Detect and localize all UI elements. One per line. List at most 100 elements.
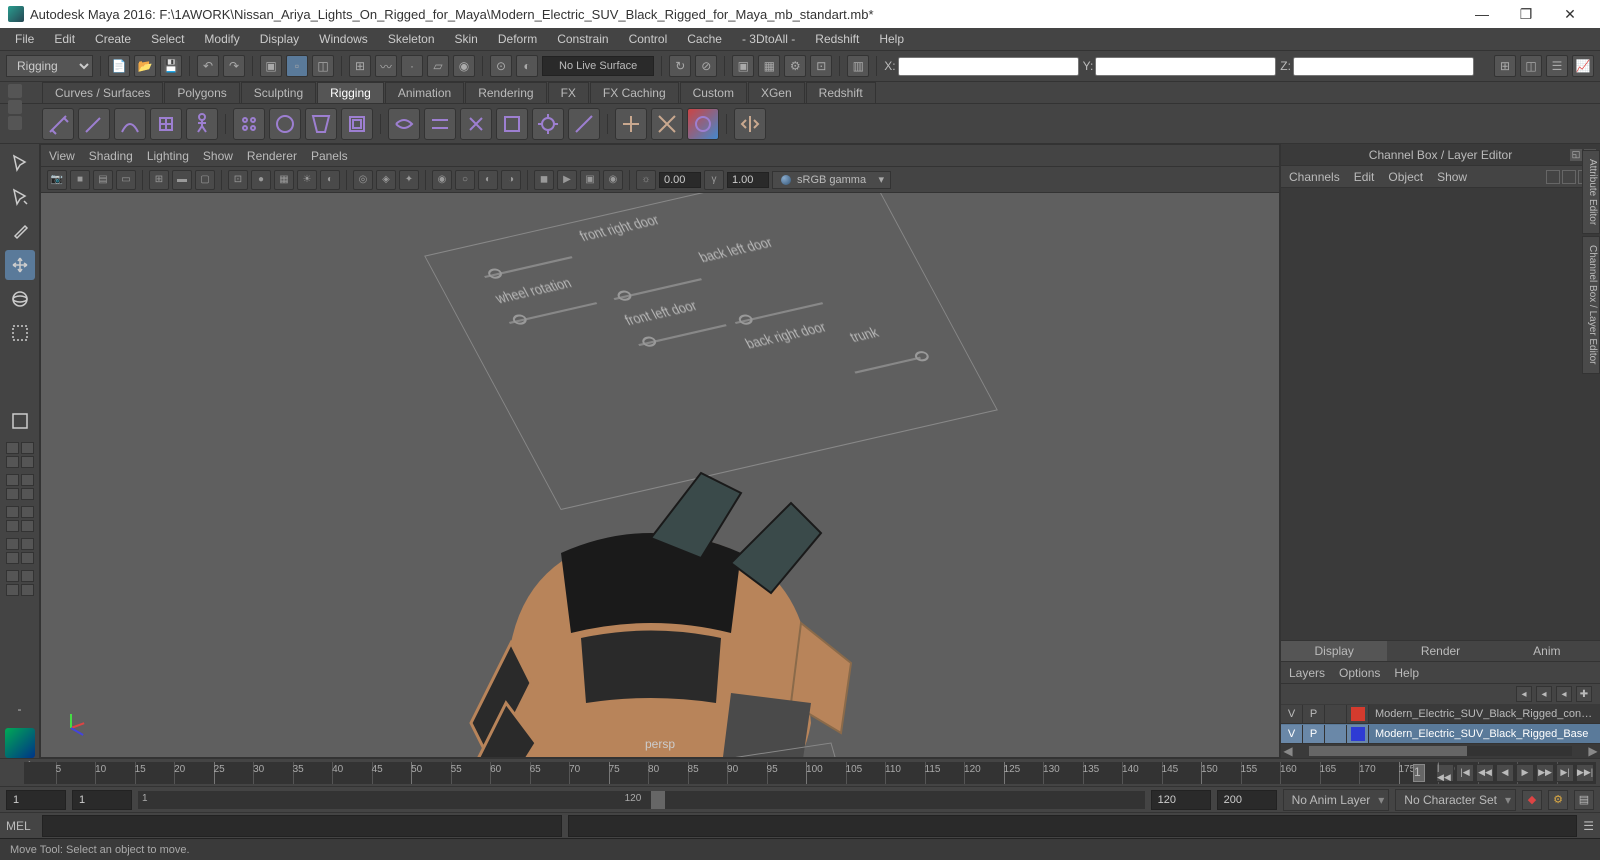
maya-logo-icon[interactable] [5, 728, 35, 758]
snap-curve-icon[interactable]: 〰 [375, 55, 397, 77]
lasso-tool[interactable] [5, 182, 35, 212]
timeline-end-handle[interactable]: 1 [1413, 764, 1425, 782]
layer-icon1[interactable]: ◂ [1516, 686, 1532, 702]
shelf-tab-xgen[interactable]: XGen [748, 82, 805, 103]
vp-exposure-input[interactable] [659, 172, 701, 188]
vp-tex-icon[interactable]: ▦ [274, 170, 294, 190]
bind-icon[interactable] [651, 108, 683, 140]
anim-layer-combo[interactable]: No Anim Layer [1283, 789, 1390, 811]
scale-tool[interactable] [5, 318, 35, 348]
layer-type-toggle[interactable] [1325, 705, 1347, 723]
vp-xjoint-icon[interactable]: ✦ [399, 170, 419, 190]
range-start-input[interactable] [6, 790, 66, 810]
x-input[interactable] [898, 57, 1079, 76]
ipr-icon[interactable]: ▦ [758, 55, 780, 77]
shrink-icon[interactable] [341, 108, 373, 140]
magnet-icon[interactable]: ⊙ [490, 55, 512, 77]
shelf-tab-animation[interactable]: Animation [385, 82, 464, 103]
vp-expo-icon[interactable]: ☼ [636, 170, 656, 190]
cb-icon1[interactable] [1546, 170, 1560, 184]
playback-btn-2[interactable]: ◀◀ [1476, 764, 1494, 782]
vp-light3-icon[interactable]: ◐ [478, 170, 498, 190]
vp-dof-icon[interactable]: ◉ [603, 170, 623, 190]
layer-vis-toggle[interactable]: V [1281, 725, 1303, 743]
constraint4-icon[interactable] [496, 108, 528, 140]
menu-cache[interactable]: Cache [678, 29, 731, 49]
constraint5-icon[interactable] [532, 108, 564, 140]
shelf-tab-redshift[interactable]: Redshift [806, 82, 876, 103]
layer-play-toggle[interactable]: P [1303, 725, 1325, 743]
maximize-button[interactable]: ❐ [1504, 0, 1548, 28]
live-toggle-icon[interactable]: ◐ [516, 55, 538, 77]
menu-create[interactable]: Create [86, 29, 140, 49]
snap-live-icon[interactable]: ◉ [453, 55, 475, 77]
rotate-tool[interactable] [5, 284, 35, 314]
vp-ao-icon[interactable]: ◼ [534, 170, 554, 190]
menu-file[interactable]: File [6, 29, 43, 49]
blend-icon[interactable] [269, 108, 301, 140]
layout-grid4[interactable] [6, 538, 34, 564]
save-icon[interactable]: 💾 [160, 55, 182, 77]
vp-2d-icon[interactable]: ▭ [116, 170, 136, 190]
vp-shade-icon[interactable]: ● [251, 170, 271, 190]
menu-select[interactable]: Select [142, 29, 193, 49]
layout-grid5[interactable] [6, 570, 34, 596]
modeling-toolkit-icon[interactable]: ⊞ [1494, 55, 1516, 77]
workspace-select[interactable]: Rigging [6, 55, 93, 77]
history-off-icon[interactable]: ⊘ [695, 55, 717, 77]
popout-icon[interactable]: ◱ [1570, 149, 1582, 161]
menu-redshift[interactable]: Redshift [806, 29, 868, 49]
panel-layout-icon[interactable]: ▥ [847, 55, 869, 77]
lattice-icon[interactable] [150, 108, 182, 140]
move-tool[interactable] [5, 250, 35, 280]
playback-btn-7[interactable]: ▶▶| [1576, 764, 1594, 782]
menu-constrain[interactable]: Constrain [548, 29, 617, 49]
layer-row[interactable]: VPModern_Electric_SUV_Black_Rigged_Base [1281, 724, 1600, 744]
constraint1-icon[interactable] [388, 108, 420, 140]
playback-btn-6[interactable]: ▶| [1556, 764, 1574, 782]
time-slider[interactable]: 1 51015202530354045505560657075808590951… [0, 758, 1600, 786]
vp-menu-show[interactable]: Show [203, 149, 233, 163]
constraint3-icon[interactable] [460, 108, 492, 140]
constraint2-icon[interactable] [424, 108, 456, 140]
menu-skin[interactable]: Skin [446, 29, 487, 49]
sel-hier-icon[interactable]: ▣ [260, 55, 282, 77]
sel-comp-icon[interactable]: ◫ [312, 55, 334, 77]
vp-shadow-icon[interactable]: ◐ [320, 170, 340, 190]
render-icon[interactable]: ▣ [732, 55, 754, 77]
close-button[interactable]: ✕ [1548, 0, 1592, 28]
human-ik-icon[interactable] [186, 108, 218, 140]
vp-menu-renderer[interactable]: Renderer [247, 149, 297, 163]
layout-grid1[interactable] [6, 442, 34, 468]
joint-tool-icon[interactable] [42, 108, 74, 140]
menu-modify[interactable]: Modify [195, 29, 248, 49]
vp-img-icon[interactable]: ▤ [93, 170, 113, 190]
vp-cam-icon[interactable]: 📷 [47, 170, 67, 190]
layer-play-toggle[interactable]: P [1303, 705, 1325, 723]
cb-menu-object[interactable]: Object [1388, 170, 1423, 184]
playback-btn-0[interactable]: |◀◀ [1436, 764, 1454, 782]
layer-tab-display[interactable]: Display [1281, 641, 1387, 661]
cluster-icon[interactable] [233, 108, 265, 140]
vp-menu-view[interactable]: View [49, 149, 75, 163]
layer-color-swatch[interactable] [1347, 705, 1369, 723]
range-slider[interactable]: 1 120 [138, 791, 1145, 809]
range-start-in-input[interactable] [72, 790, 132, 810]
vp-menu-shading[interactable]: Shading [89, 149, 133, 163]
range-end-input[interactable] [1151, 790, 1211, 810]
render-view-icon[interactable]: ⊡ [810, 55, 832, 77]
cb-icon2[interactable] [1562, 170, 1576, 184]
vp-gate-icon[interactable]: ▢ [195, 170, 215, 190]
shelf-tab-custom[interactable]: Custom [680, 82, 747, 103]
layer-type-toggle[interactable] [1325, 725, 1347, 743]
sel-obj-icon[interactable]: ▫ [286, 55, 308, 77]
vp-light2-icon[interactable]: ○ [455, 170, 475, 190]
pivot-icon[interactable] [615, 108, 647, 140]
paint-tool[interactable] [5, 216, 35, 246]
vp-light-icon[interactable]: ☀ [297, 170, 317, 190]
layers-menu-options[interactable]: Options [1339, 666, 1380, 680]
layer-tab-render[interactable]: Render [1387, 641, 1493, 661]
graph-editor-icon[interactable]: 📈 [1572, 55, 1594, 77]
shelf-tab-fxcaching[interactable]: FX Caching [590, 82, 679, 103]
y-input[interactable] [1095, 57, 1276, 76]
